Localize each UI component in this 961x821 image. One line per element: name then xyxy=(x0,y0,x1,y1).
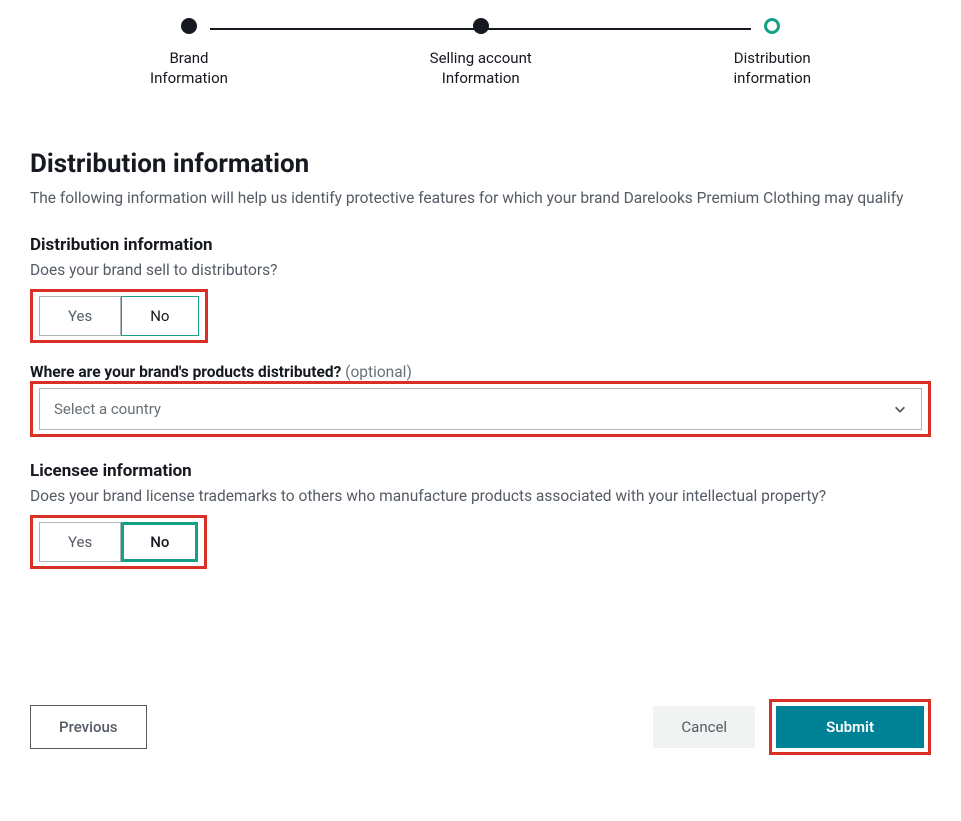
country-select[interactable]: Select a country xyxy=(39,388,922,430)
step-label-line2: information xyxy=(733,69,811,87)
form-footer: Previous Cancel Submit xyxy=(30,699,931,765)
submit-button[interactable]: Submit xyxy=(776,706,924,748)
step-selling-account: Selling account Information xyxy=(430,18,532,89)
step-label-line2: Information xyxy=(150,69,228,87)
licensee-yes-button[interactable]: Yes xyxy=(39,522,121,562)
step-dot-completed xyxy=(181,18,197,34)
step-label-line1: Distribution xyxy=(734,49,811,67)
distributors-toggle-group: Yes No xyxy=(39,296,199,336)
step-label-line1: Brand xyxy=(169,49,208,67)
step-brand-information: Brand Information xyxy=(150,18,228,89)
distributors-yes-button[interactable]: Yes xyxy=(39,296,121,336)
step-dot-completed xyxy=(473,18,489,34)
page-description: The following information will help us i… xyxy=(30,187,930,209)
step-distribution-information: Distribution information xyxy=(733,18,811,89)
step-label: Brand Information xyxy=(150,48,228,89)
licensee-heading: Licensee information xyxy=(30,461,931,481)
step-label: Distribution information xyxy=(733,48,811,89)
licensee-toggle-highlight: Yes No xyxy=(30,515,207,569)
country-select-highlight: Select a country xyxy=(30,381,931,437)
distributors-no-button[interactable]: No xyxy=(121,296,198,336)
cancel-button[interactable]: Cancel xyxy=(653,706,755,748)
distributors-question: Does your brand sell to distributors? xyxy=(30,261,931,279)
step-label: Selling account Information xyxy=(430,48,532,89)
licensee-toggle-group: Yes No xyxy=(39,522,198,562)
country-question-text: Where are your brand's products distribu… xyxy=(30,363,341,381)
progress-stepper: Brand Information Selling account Inform… xyxy=(30,10,931,89)
step-label-line1: Selling account xyxy=(430,49,532,67)
country-select-placeholder: Select a country xyxy=(54,400,161,418)
licensee-question: Does your brand license trademarks to ot… xyxy=(30,487,931,505)
licensee-no-button[interactable]: No xyxy=(121,522,198,562)
form-content: Distribution information The following i… xyxy=(30,149,931,589)
country-question: Where are your brand's products distribu… xyxy=(30,363,931,381)
distribution-heading: Distribution information xyxy=(30,235,931,255)
step-label-line2: Information xyxy=(442,69,520,87)
page-title: Distribution information xyxy=(30,149,931,179)
chevron-down-icon xyxy=(893,402,907,416)
country-optional-label: (optional) xyxy=(345,363,412,381)
submit-button-highlight: Submit xyxy=(769,699,931,755)
distributors-toggle-highlight: Yes No xyxy=(30,289,208,343)
step-dot-current xyxy=(764,18,780,34)
previous-button[interactable]: Previous xyxy=(30,705,147,749)
